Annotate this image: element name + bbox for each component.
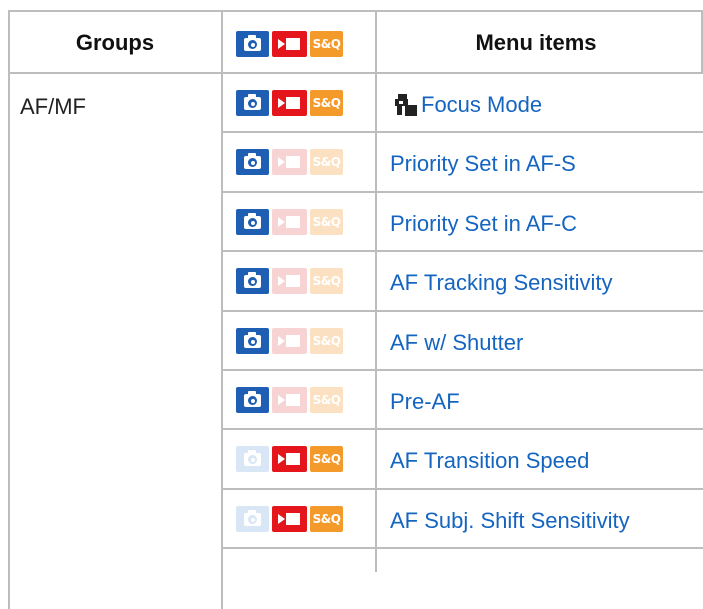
snq-mode-icon: S&Q [310, 149, 343, 175]
row-mode-icons: S&Q [236, 90, 343, 116]
still-mode-icon [236, 328, 269, 354]
snq-mode-icon: S&Q [310, 268, 343, 294]
snq-mode-icon: S&Q [310, 506, 343, 532]
still-mode-icon [236, 149, 269, 175]
row-mode-icons: S&Q [236, 446, 343, 472]
grid-line [221, 250, 703, 252]
row-mode-icons: S&Q [236, 268, 343, 294]
still-mode-icon [236, 268, 269, 294]
menu-item-link[interactable]: AF Subj. Shift Sensitivity [390, 508, 630, 534]
movie-mode-icon [272, 31, 307, 57]
snq-mode-icon: S&Q [310, 328, 343, 354]
menu-item-link[interactable]: AF Transition Speed [390, 448, 589, 474]
snq-mode-icon: S&Q [310, 90, 343, 116]
grid-line [221, 310, 703, 312]
movie-mode-icon [272, 446, 307, 472]
grid-line [221, 191, 703, 193]
movie-mode-icon [272, 90, 307, 116]
still-mode-icon [236, 446, 269, 472]
still-mode-icon [236, 209, 269, 235]
menu-item-link[interactable]: Priority Set in AF-C [390, 211, 577, 237]
snq-mode-icon: S&Q [310, 31, 343, 57]
menu-item-link[interactable]: Focus Mode [421, 92, 542, 118]
snq-mode-icon: S&Q [310, 387, 343, 413]
still-mode-icon [236, 31, 269, 57]
row-mode-icons: S&Q [236, 209, 343, 235]
group-label: AF/MF [20, 94, 86, 119]
still-mode-icon [236, 387, 269, 413]
focus-mode-icon [395, 94, 417, 116]
row-mode-icons: S&Q [236, 387, 343, 413]
still-mode-icon [236, 90, 269, 116]
grid-line [221, 428, 703, 430]
movie-mode-icon [272, 328, 307, 354]
row-mode-icons: S&Q [236, 149, 343, 175]
still-mode-icon [236, 506, 269, 532]
snq-mode-icon: S&Q [310, 446, 343, 472]
menu-item-link[interactable]: Priority Set in AF-S [390, 151, 576, 177]
grid-line [8, 10, 703, 12]
grid-line [221, 488, 703, 490]
grid-line [221, 131, 703, 133]
header-menu-items: Menu items [475, 30, 597, 55]
header-mode-icons: S&Q [236, 31, 343, 57]
row-mode-icons: S&Q [236, 506, 343, 532]
grid-line [221, 369, 703, 371]
grid-line [8, 10, 10, 609]
menu-item-link[interactable]: AF w/ Shutter [390, 330, 523, 356]
snq-mode-icon: S&Q [310, 209, 343, 235]
movie-mode-icon [272, 387, 307, 413]
menu-item-link[interactable]: Pre-AF [390, 389, 460, 415]
row-mode-icons: S&Q [236, 328, 343, 354]
grid-line [8, 72, 703, 74]
header-groups: Groups [75, 30, 155, 55]
movie-mode-icon [272, 149, 307, 175]
menu-item-link[interactable]: AF Tracking Sensitivity [390, 270, 613, 296]
movie-mode-icon [272, 506, 307, 532]
movie-mode-icon [272, 209, 307, 235]
grid-line [221, 547, 703, 549]
movie-mode-icon [272, 268, 307, 294]
